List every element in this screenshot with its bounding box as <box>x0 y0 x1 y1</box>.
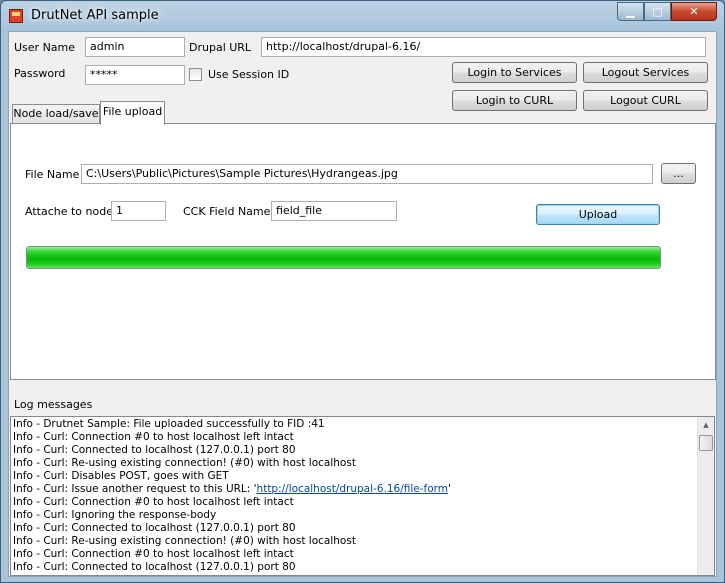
username-input[interactable]: admin <box>85 37 185 57</box>
log-line: Info - Curl: Issue another request to th… <box>13 483 451 495</box>
close-button[interactable]: ✕ <box>671 2 717 21</box>
upload-progress-bar <box>26 246 661 269</box>
maximize-button[interactable]: □ <box>644 2 671 21</box>
use-session-checkbox[interactable] <box>189 68 202 81</box>
log-line: Info - Curl: Connection #0 to host local… <box>13 496 294 508</box>
log-scrollbar[interactable]: ▲ <box>697 417 714 575</box>
password-input[interactable]: ***** <box>85 65 185 85</box>
log-line: Info - Curl: Connected to localhost (127… <box>13 522 296 534</box>
drupal-url-input[interactable]: http://localhost/drupal-6.16/ <box>261 37 706 57</box>
log-line: Info - Curl: Re-using existing connectio… <box>13 535 356 547</box>
drupal-url-label: Drupal URL <box>189 41 252 54</box>
minimize-button[interactable]: ▁ <box>617 2 644 21</box>
cck-field-label: CCK Field Name <box>183 205 271 218</box>
login-curl-button[interactable]: Login to CURL <box>452 90 577 111</box>
password-label: Password <box>14 67 66 80</box>
cck-field-input[interactable]: field_file <box>271 201 397 221</box>
log-line: Info - Curl: Connected to localhost (127… <box>13 561 296 573</box>
title-bar[interactable]: DrutNet API sample ▁ □ ✕ <box>1 1 724 31</box>
attach-node-input[interactable]: 1 <box>111 201 166 221</box>
app-window: DrutNet API sample ▁ □ ✕ User Name admin… <box>0 0 725 583</box>
login-services-button[interactable]: Login to Services <box>452 62 577 83</box>
file-name-input[interactable]: C:\Users\Public\Pictures\Sample Pictures… <box>81 164 653 184</box>
close-icon: ✕ <box>689 5 699 18</box>
progress-fill <box>27 247 660 268</box>
log-line: Info - Curl: Re-using existing connectio… <box>13 457 356 469</box>
client-area: User Name admin Drupal URL http://localh… <box>8 31 717 577</box>
tab-node-load-save[interactable]: Node load/save <box>12 104 100 124</box>
attach-node-label: Attache to node <box>25 205 113 218</box>
scroll-up-icon[interactable]: ▲ <box>698 417 714 434</box>
log-line: Info - Curl: Disables POST, goes with GE… <box>13 470 229 482</box>
log-lines: Info - Drutnet Sample: File uploaded suc… <box>13 418 698 574</box>
logout-services-button[interactable]: Logout Services <box>583 62 708 83</box>
scroll-thumb[interactable] <box>699 435 713 451</box>
log-line: Info - Curl: Ignoring the response-body <box>13 509 217 521</box>
log-line: Info - Curl: Connection #0 to host local… <box>13 548 294 560</box>
log-url-link[interactable]: http://localhost/drupal-6.16/file-form <box>257 483 448 495</box>
log-messages-label: Log messages <box>14 398 93 411</box>
log-line: Info - Drutnet Sample: File uploaded suc… <box>13 418 325 430</box>
tab-file-upload[interactable]: File upload <box>100 101 165 125</box>
app-icon <box>9 9 23 23</box>
logout-curl-button[interactable]: Logout CURL <box>583 90 708 111</box>
minimize-icon: ▁ <box>626 5 635 18</box>
browse-button[interactable]: ... <box>661 163 696 184</box>
file-name-label: File Name <box>25 168 80 181</box>
upload-button[interactable]: Upload <box>536 204 660 225</box>
use-session-label: Use Session ID <box>208 68 290 81</box>
maximize-icon: □ <box>652 5 663 18</box>
window-title: DrutNet API sample <box>31 8 159 23</box>
log-messages-box[interactable]: Info - Drutnet Sample: File uploaded suc… <box>10 416 715 576</box>
log-line: Info - Curl: Connected to localhost (127… <box>13 444 296 456</box>
file-upload-panel: File Name C:\Users\Public\Pictures\Sampl… <box>10 123 716 380</box>
username-label: User Name <box>14 41 76 54</box>
log-line: Info - Curl: Connection #0 to host local… <box>13 431 294 443</box>
